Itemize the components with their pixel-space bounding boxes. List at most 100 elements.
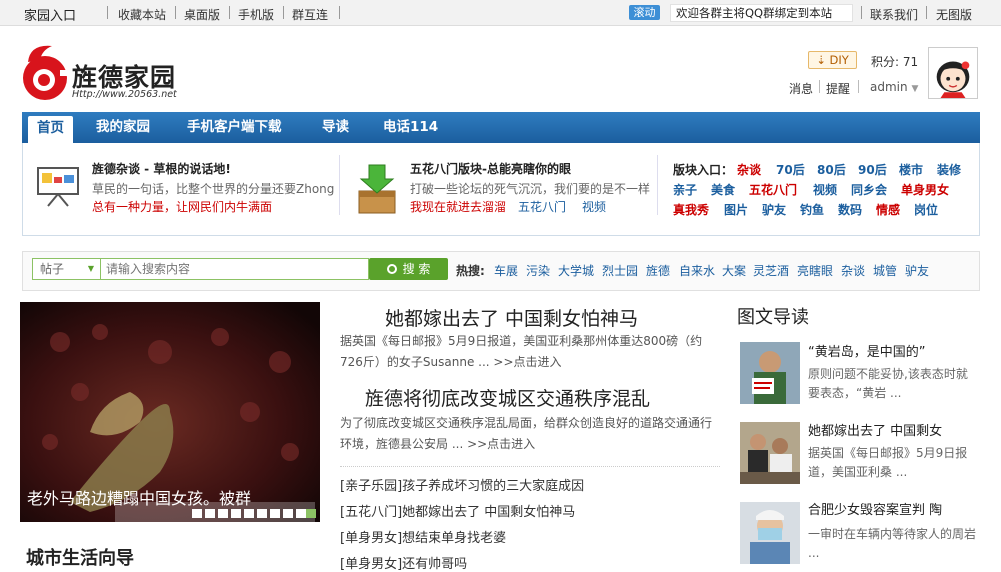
board-link[interactable]: 同乡会 [851, 181, 887, 198]
group-connect-link[interactable]: 群互连 [292, 6, 328, 23]
diy-button[interactable]: ⇣ DIY [808, 51, 857, 69]
headline-title[interactable]: 旌德将彻底改变城区交通秩序混乱 [365, 384, 650, 411]
panel2-enter-link[interactable]: 我现在就进去溜溜 [410, 198, 506, 215]
nav-phone-114[interactable]: 电话114 [383, 112, 438, 143]
nav-home[interactable]: 首页 [28, 116, 73, 143]
hot-term[interactable]: 旌德 [646, 262, 670, 279]
pic-guide-thumbnail[interactable] [740, 342, 800, 404]
pic-guide-desc: 据英国《每日邮报》5月9日报道，美国亚利桑 ... [808, 446, 968, 479]
board-link[interactable]: 驴友 [762, 201, 786, 218]
headline-summary: 为了彻底改变城区交通秩序混乱局面，给群众创造良好的道路交通通行环境，旌德县公安局… [340, 416, 713, 451]
slide-dot[interactable] [296, 509, 306, 518]
slide-dot[interactable] [218, 509, 228, 518]
board-link[interactable]: 视频 [813, 181, 837, 198]
board-link[interactable]: 真我秀 [673, 201, 709, 218]
pic-guide-thumbnail[interactable] [740, 422, 800, 484]
slide-dot[interactable] [231, 509, 241, 518]
divider [819, 80, 820, 93]
hot-term[interactable]: 大学城 [558, 262, 594, 279]
board-link[interactable]: 70后 [776, 161, 805, 178]
hot-term[interactable]: 自来水 [679, 262, 715, 279]
hot-term[interactable]: 烈士园 [602, 262, 638, 279]
contact-us-link[interactable]: 联系我们 [870, 6, 918, 23]
hot-term[interactable]: 杂谈 [841, 262, 865, 279]
pic-guide-title[interactable]: 合肥少女毁容案宣判 陶 [808, 499, 942, 518]
divider [175, 6, 176, 19]
search-button[interactable]: 搜 索 [369, 258, 448, 280]
board-link[interactable]: 装修 [937, 161, 961, 178]
hot-term[interactable]: 灵芝酒 [753, 262, 789, 279]
hot-term[interactable]: 城管 [873, 262, 897, 279]
news-list-item[interactable]: [亲子乐园]孩子养成坏习惯的三大家庭成因 [340, 475, 584, 494]
nav-mobile-client[interactable]: 手机客户端下载 [187, 112, 282, 143]
slideshow-caption[interactable]: 老外马路边糟蹋中国女孩。被群 [27, 485, 251, 509]
download-arrow-icon: ⇣ [816, 53, 826, 67]
slide-dot[interactable] [283, 509, 293, 518]
pic-guide-title[interactable]: 她都嫁出去了 中国剩女 [808, 420, 942, 439]
panel1-line2[interactable]: 总有一种力量，让网民们内牛满面 [92, 198, 272, 215]
hot-term[interactable]: 驴友 [905, 262, 929, 279]
panel1-line1: 草民的一句话，比整个世界的分量还要Zhong [92, 182, 335, 196]
hot-term[interactable]: 污染 [526, 262, 550, 279]
pic-guide-thumbnail[interactable] [740, 502, 800, 564]
board-link[interactable]: 情感 [876, 201, 900, 218]
board-link[interactable]: 岗位 [914, 201, 938, 218]
board-link[interactable]: 楼市 [899, 161, 923, 178]
divider [229, 6, 230, 19]
reminders-link[interactable]: 提醒 [826, 80, 850, 97]
hot-term[interactable]: 车展 [494, 262, 518, 279]
board-link[interactable]: 单身男女 [901, 181, 949, 198]
slide-dot[interactable] [270, 509, 280, 518]
hot-term[interactable]: 大案 [722, 262, 746, 279]
board-link[interactable]: 图片 [724, 201, 748, 218]
hot-search-label: 热搜: [456, 264, 485, 278]
pic-guide-photo [740, 342, 800, 404]
slide-dot-active[interactable] [306, 509, 316, 518]
notice-ticker[interactable]: 欢迎各群主将QQ群绑定到本站 [670, 4, 853, 22]
divider [926, 6, 927, 19]
divider [339, 155, 340, 215]
desktop-version-link[interactable]: 桌面版 [184, 6, 220, 23]
board-link[interactable]: 钓鱼 [800, 201, 824, 218]
logo-url: Http://www.20563.net [72, 89, 177, 100]
avatar[interactable] [928, 47, 978, 99]
messages-link[interactable]: 消息 [789, 80, 813, 97]
chevron-down-icon: ▼ [911, 84, 919, 94]
slide-dot[interactable] [244, 509, 254, 518]
slide-dot[interactable] [205, 509, 215, 518]
news-list-item[interactable]: [单身男女]还有帅哥吗 [340, 553, 467, 572]
search-type-select[interactable]: 帖子 ▼ [32, 258, 100, 280]
mobile-version-link[interactable]: 手机版 [238, 6, 274, 23]
bookmark-link[interactable]: 收藏本站 [118, 6, 166, 23]
search-input[interactable] [100, 258, 369, 280]
news-list-item[interactable]: [单身男女]想结束单身找老婆 [340, 527, 506, 546]
board-link[interactable]: 数码 [838, 201, 862, 218]
board-entry-label: 版块入口： [673, 163, 734, 177]
slide-dot[interactable] [257, 509, 267, 518]
slide-dot[interactable] [192, 509, 202, 518]
no-image-version-link[interactable]: 无图版 [936, 6, 972, 23]
nav-my-home[interactable]: 我的家园 [96, 112, 150, 143]
pic-guide-photo [740, 502, 800, 564]
board-link[interactable]: 80后 [817, 161, 846, 178]
board-link[interactable]: 亲子 [673, 181, 697, 198]
username-menu[interactable]: admin ▼ [870, 80, 918, 94]
nav-guide[interactable]: 导读 [322, 112, 349, 143]
panel2-video-link[interactable]: 视频 [582, 198, 606, 215]
home-entry-label[interactable]: 家园入口 [24, 5, 76, 24]
hot-term[interactable]: 亮瞎眼 [797, 262, 833, 279]
divider [339, 6, 340, 19]
board-link[interactable]: 杂谈 [737, 161, 761, 178]
headline-title[interactable]: 她都嫁出去了 中国剩女怕神马 [385, 304, 638, 331]
board-link[interactable]: 90后 [858, 161, 887, 178]
search-type-value: 帖子 [40, 262, 65, 276]
panel1-title[interactable]: 旌德杂谈 - 草根的说话地! [92, 160, 231, 177]
panel2-wuhua-link[interactable]: 五花八门 [518, 198, 566, 215]
panel2-title[interactable]: 五花八门版块-总能亮瞎你的眼 [410, 160, 571, 177]
presentation-board-icon [37, 167, 79, 207]
diy-label: DIY [829, 53, 849, 67]
pic-guide-title[interactable]: “黄岩岛，是中国的” [808, 341, 925, 360]
board-link[interactable]: 五花八门 [749, 181, 797, 198]
board-link[interactable]: 美食 [711, 181, 735, 198]
news-list-item[interactable]: [五花八门]她都嫁出去了 中国剩女怕神马 [340, 501, 575, 520]
